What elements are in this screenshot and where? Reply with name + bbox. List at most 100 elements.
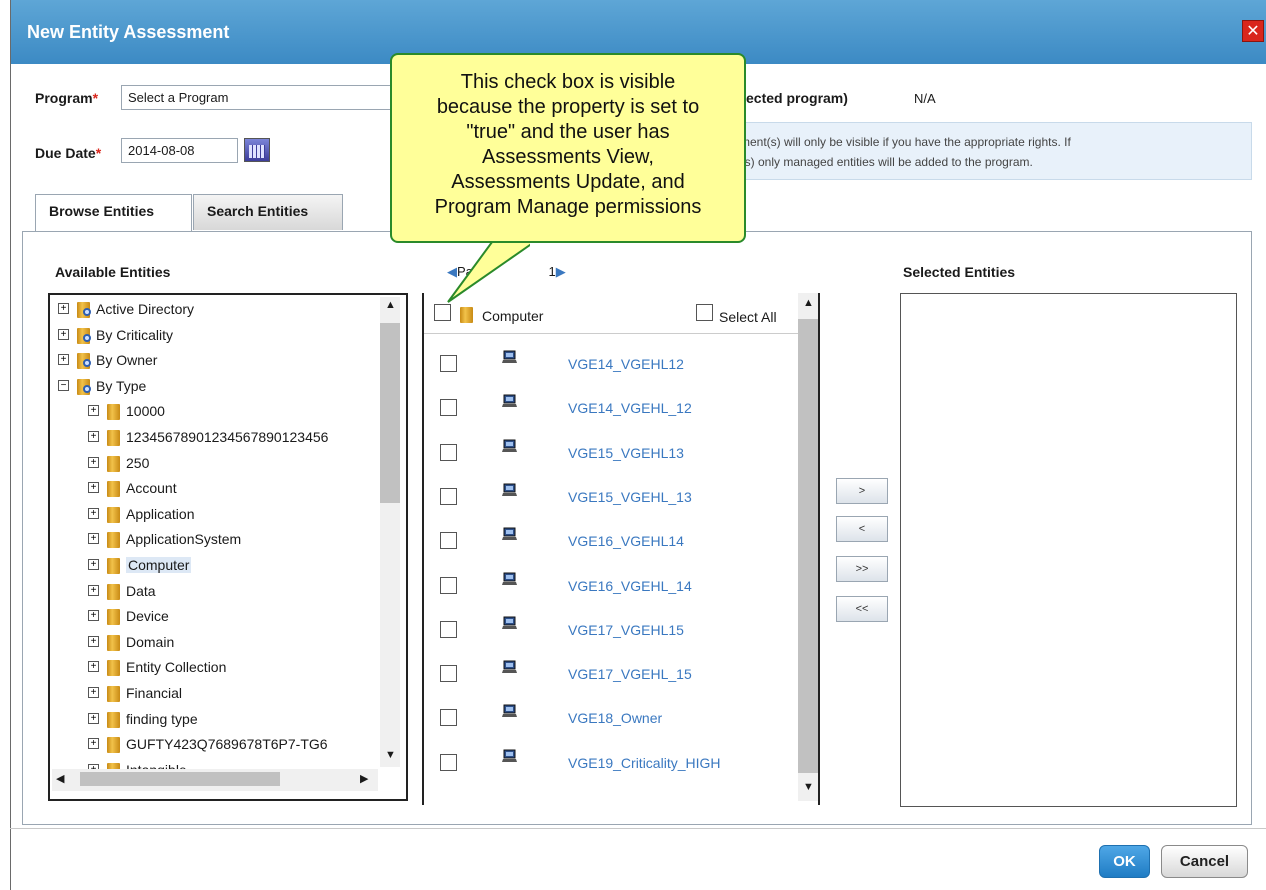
tree-item-label: finding type <box>126 710 198 727</box>
callout-line-3: "true" and the user has <box>466 121 670 143</box>
due-date-label: Due Date* <box>35 145 102 161</box>
list-scroll-thumb[interactable] <box>798 319 818 773</box>
program-label: Program* <box>35 90 99 106</box>
entity-checkbox[interactable] <box>440 665 457 683</box>
select-all-checkbox[interactable] <box>696 304 713 321</box>
tree-item[interactable]: + Computer <box>50 557 380 582</box>
tab-browse-entities[interactable]: Browse Entities <box>35 194 192 232</box>
tree-item[interactable]: + Domain <box>50 634 380 659</box>
expand-icon[interactable]: + <box>88 738 99 750</box>
entity-link[interactable]: VGE15_VGEHL13 <box>568 445 684 461</box>
entity-link[interactable]: VGE18_Owner <box>568 710 662 726</box>
tree-item[interactable]: + Active Directory <box>50 301 380 326</box>
expand-icon[interactable]: + <box>88 507 99 519</box>
entity-link[interactable]: VGE16_VGEHL_14 <box>568 578 692 594</box>
calendar-icon[interactable] <box>244 138 270 162</box>
scroll-down-icon[interactable]: ▼ <box>385 749 396 761</box>
next-page-icon[interactable]: ▶ <box>556 264 566 279</box>
folder-icon <box>107 481 120 498</box>
tree-item-label: By Type <box>96 377 147 394</box>
program-select[interactable]: Select a Program <box>121 85 393 110</box>
expand-icon[interactable]: + <box>88 559 99 570</box>
list-scroll-up-icon[interactable]: ▲ <box>803 297 814 309</box>
expand-icon[interactable]: + <box>88 687 99 698</box>
tree-vertical-scrollbar[interactable]: ▲ ▼ <box>380 297 400 767</box>
scroll-left-icon[interactable]: ◀ <box>56 772 64 785</box>
expand-icon[interactable]: + <box>88 456 99 468</box>
expand-icon[interactable]: + <box>88 584 99 596</box>
computer-icon <box>502 615 518 631</box>
ok-button[interactable]: OK <box>1099 845 1150 878</box>
add-all-button[interactable]: >> <box>836 556 888 582</box>
cancel-button[interactable]: Cancel <box>1161 845 1248 878</box>
footer-divider <box>10 828 1266 829</box>
tree-item[interactable]: + Application <box>50 506 380 531</box>
entity-tree: + Active Directory + By Criticality + By Owne… <box>48 293 408 801</box>
tree-item[interactable]: − By Type <box>50 378 380 403</box>
entity-link[interactable]: VGE19_Criticality_HIGH <box>568 755 721 771</box>
tree-horizontal-scrollbar[interactable]: ◀ ▶ <box>52 769 378 791</box>
entity-link[interactable]: VGE17_VGEHL15 <box>568 622 684 638</box>
entity-checkbox[interactable] <box>440 355 457 372</box>
computer-icon <box>502 349 518 365</box>
expand-icon[interactable]: + <box>88 712 99 724</box>
tree-item-label: Application <box>126 505 195 522</box>
tree-item[interactable]: + finding type <box>50 711 380 736</box>
computer-icon <box>502 703 518 719</box>
entity-link[interactable]: VGE17_VGEHL_15 <box>568 666 692 682</box>
folder-icon <box>107 404 120 421</box>
expand-icon[interactable]: + <box>58 354 69 366</box>
add-selected-button[interactable]: > <box>836 478 888 504</box>
tree-scroll-thumb[interactable] <box>380 323 400 503</box>
expand-icon[interactable]: + <box>58 328 69 340</box>
entity-checkbox[interactable] <box>440 443 457 461</box>
scroll-right-icon[interactable]: ▶ <box>360 772 368 785</box>
scroll-up-icon[interactable]: ▲ <box>385 299 396 311</box>
entity-checkbox[interactable] <box>440 532 457 550</box>
entity-link[interactable]: VGE16_VGEHL14 <box>568 533 684 549</box>
entity-link[interactable]: VGE14_VGEHL_12 <box>568 400 692 416</box>
expand-icon[interactable]: + <box>88 635 99 647</box>
tree-item[interactable]: + By Criticality <box>50 327 380 352</box>
dialog-title: New Entity Assessment <box>27 22 230 42</box>
expand-icon[interactable]: + <box>88 610 99 622</box>
expand-icon[interactable]: + <box>58 303 69 314</box>
list-scroll-down-icon[interactable]: ▼ <box>803 781 814 793</box>
tree-item-label: ApplicationSystem <box>126 531 242 548</box>
entity-checkbox[interactable] <box>440 576 457 594</box>
remove-selected-button[interactable]: < <box>836 516 888 542</box>
tree-item[interactable]: + Entity Collection <box>50 659 380 684</box>
tree-item[interactable]: + Account <box>50 480 380 505</box>
close-icon[interactable]: ✕ <box>1242 20 1264 42</box>
expand-icon[interactable]: + <box>88 661 99 673</box>
entity-link[interactable]: VGE14_VGEHL12 <box>568 356 684 372</box>
entity-checkbox[interactable] <box>440 709 457 727</box>
folder-icon <box>107 583 120 600</box>
entity-checkbox[interactable] <box>440 753 457 771</box>
tree-item[interactable]: +12345678901234567890123456 <box>50 429 380 454</box>
expand-icon[interactable]: + <box>88 533 99 545</box>
tree-item[interactable]: + By Owner <box>50 352 380 377</box>
tab-search-entities[interactable]: Search Entities <box>193 194 343 230</box>
list-vertical-scrollbar[interactable]: ▲ ▼ <box>798 293 818 801</box>
tree-item[interactable]: +10000 <box>50 403 380 428</box>
tree-item[interactable]: + Data <box>50 583 380 608</box>
remove-all-button[interactable]: << <box>836 596 888 622</box>
expand-icon[interactable]: + <box>88 431 99 442</box>
tree-item[interactable]: + Financial <box>50 685 380 710</box>
tree-item[interactable]: +250 <box>50 455 380 480</box>
tree-item[interactable]: + GUFTY423Q7689678T6P7-TG6 <box>50 736 380 761</box>
tree-hscroll-thumb[interactable] <box>80 772 280 786</box>
tree-item-label: Financial <box>126 685 183 701</box>
due-date-input[interactable]: 2014-08-08 <box>121 138 238 163</box>
expand-icon[interactable]: + <box>88 405 99 417</box>
tree-item[interactable]: + Device <box>50 608 380 633</box>
entity-checkbox[interactable] <box>440 487 457 505</box>
entity-checkbox[interactable] <box>440 399 457 417</box>
tree-item[interactable]: + ApplicationSystem <box>50 531 380 556</box>
collapse-icon[interactable]: − <box>58 379 69 391</box>
selected-entities-list[interactable] <box>900 293 1237 807</box>
entity-link[interactable]: VGE15_VGEHL_13 <box>568 489 692 505</box>
entity-checkbox[interactable] <box>440 620 457 638</box>
expand-icon[interactable]: + <box>88 482 99 494</box>
